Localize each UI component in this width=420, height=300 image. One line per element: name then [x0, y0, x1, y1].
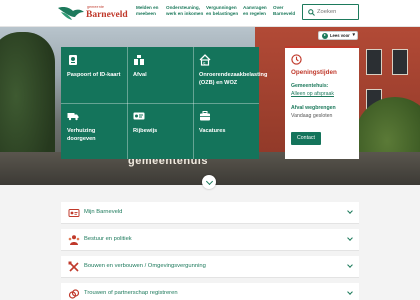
chevron-down-icon — [347, 208, 353, 214]
tile-label: Verhuizing doorgeven — [67, 128, 96, 142]
quick-tiles: Paspoort of ID-kaart Afval € Onroerendez… — [61, 47, 268, 159]
house-euro-icon: € — [199, 54, 211, 66]
clock-icon — [291, 54, 302, 65]
nav-vergunningen[interactable]: Vergunningen en belastingen — [206, 5, 238, 17]
lees-voor-label: Lees voor — [330, 33, 350, 38]
accordion-label: Mijn Barneveld — [84, 209, 123, 215]
briefcase-icon — [200, 111, 210, 121]
nav-label: werk en inkomen — [166, 11, 204, 16]
tile-label: Afval — [133, 72, 147, 78]
accordion-label: Bouwen en verbouwen / Omgevingsvergunnin… — [84, 263, 206, 269]
driving-licence-icon — [133, 112, 145, 120]
tile-divider — [61, 103, 259, 104]
chevron-down-icon: ▾ — [352, 32, 355, 38]
nav-label: Barneveld — [273, 11, 296, 16]
opening-hours-card: Openingstijden Gemeentehuis: Alleen op a… — [285, 46, 359, 159]
chevron-down-icon — [347, 262, 353, 268]
tile-afval[interactable]: Afval — [127, 47, 193, 103]
nav-label: en regelen — [243, 11, 266, 16]
lees-voor-button[interactable]: Lees voor ▾ — [318, 31, 358, 40]
search-box[interactable] — [302, 4, 359, 20]
chevron-down-icon — [347, 235, 353, 241]
people-icon — [68, 235, 80, 245]
chevron-down-icon — [347, 289, 353, 295]
afval-label: Afval wegbrengen — [291, 105, 336, 111]
tile-ozb[interactable]: € Onroerendezaakbelasting (OZB) en WOZ — [193, 47, 268, 103]
bird-logo-icon — [58, 7, 84, 20]
nav-melden[interactable]: Melden en meebeen — [136, 5, 158, 17]
hero-window — [366, 49, 382, 75]
nav-label: meebeen — [136, 11, 156, 16]
scroll-down-button[interactable] — [202, 175, 216, 189]
nav-label: en belastingen — [206, 11, 239, 16]
accordion-section: Mijn Barneveld Bestuur en politiek Bouwe… — [0, 185, 420, 300]
logo-small-text: gemeente — [87, 5, 105, 9]
afval-value: Vandaag gesloten — [291, 113, 333, 119]
tile-rijbewijs[interactable]: Rijbewijs — [127, 103, 193, 159]
accordion-bouwen[interactable]: Bouwen en verbouwen / Omgevingsvergunnin… — [61, 256, 359, 278]
tile-verhuizing[interactable]: Verhuizing doorgeven — [61, 103, 127, 159]
hero-window — [392, 49, 408, 75]
tile-vacatures[interactable]: Vacatures — [193, 103, 259, 159]
waste-icon — [134, 55, 144, 65]
search-icon — [308, 9, 315, 16]
truck-icon — [67, 113, 79, 121]
accordion-mijn-barneveld[interactable]: Mijn Barneveld — [61, 202, 359, 224]
contact-button[interactable]: Contact — [291, 132, 321, 145]
id-card-icon — [68, 209, 80, 217]
logo-name: Barneveld — [86, 10, 128, 20]
gemeentehuis-label: Gemeentehuis: — [291, 83, 329, 89]
tile-label: Vacatures — [199, 128, 226, 134]
tile-label: Onroerendezaakbelasting (OZB) en WOZ — [199, 72, 268, 86]
logo[interactable]: gemeente Barneveld — [57, 3, 128, 23]
play-icon — [322, 33, 328, 39]
tools-icon — [68, 261, 79, 272]
opening-hours-title: Openingstijden — [291, 69, 337, 76]
accordion-bestuur[interactable]: Bestuur en politiek — [61, 229, 359, 251]
site-header: gemeente Barneveld Melden en meebeen Ond… — [0, 0, 420, 27]
tile-label: Rijbewijs — [133, 128, 158, 134]
search-input[interactable] — [317, 7, 357, 17]
tile-label: Paspoort of ID-kaart — [67, 72, 121, 78]
rings-icon — [68, 289, 80, 299]
gemeentehuis-link[interactable]: Alleen op afspraak — [291, 91, 334, 97]
accordion-label: Bestuur en politiek — [84, 236, 132, 242]
accordion-trouwen[interactable]: Trouwen of partnerschap registreren — [61, 283, 359, 300]
nav-ondersteuning[interactable]: Ondersteuning, werk en inkomen — [166, 5, 203, 17]
tile-paspoort[interactable]: Paspoort of ID-kaart — [61, 47, 127, 103]
nav-over-barneveld[interactable]: Over Barneveld — [273, 5, 295, 17]
accordion-label: Trouwen of partnerschap registreren — [84, 290, 178, 296]
nav-aanvragen[interactable]: Aanvragen en regelen — [243, 5, 267, 17]
passport-icon — [69, 55, 77, 65]
